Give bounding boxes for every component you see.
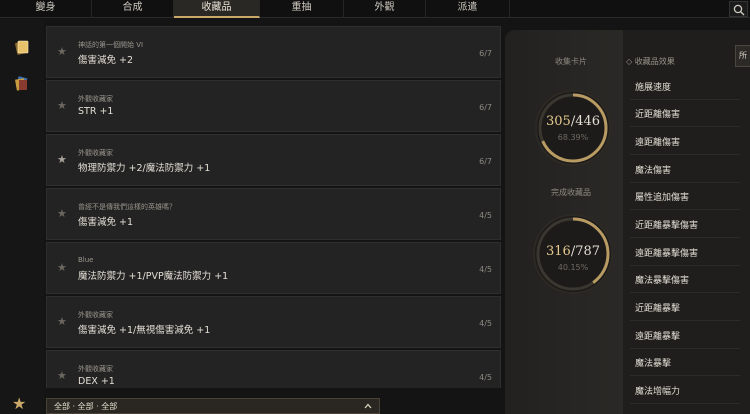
cards-percent: 68.39% (557, 133, 589, 142)
chevron-up-icon (364, 403, 372, 409)
star-icon[interactable]: ★ (57, 315, 67, 329)
tab-reroll[interactable]: 重抽 (260, 0, 344, 18)
tab-collection[interactable]: 收藏品 (174, 0, 260, 18)
star-icon[interactable]: ★ (57, 207, 67, 221)
collection-name: 外觀收藏家 (78, 311, 113, 319)
collection-count: 4/5 (479, 265, 492, 274)
collection-name: 曾經不是傳我們這樣的英雄嗎？ (78, 203, 176, 211)
items-percent: 40.15% (557, 263, 589, 272)
cards-header: 收集卡片 (555, 57, 587, 66)
effect-item[interactable]: 屬性追加傷害 (630, 186, 740, 210)
effect-item[interactable]: 近距離傷害 (630, 103, 740, 127)
collection-effect: 傷害減免 +1/無視傷害減免 +1 (78, 325, 211, 336)
collection-effect: 傷害減免 +1 (78, 217, 134, 228)
star-icon[interactable]: ★ (12, 396, 26, 412)
search-icon (733, 4, 745, 16)
collection-name: 外觀收藏家 (78, 149, 113, 157)
effect-item[interactable]: 遠距離暴擊 (630, 325, 740, 349)
list-item[interactable]: ★ 神話的第一個開始 VI 傷害減免 +2 6/7 (46, 26, 501, 78)
collection-count: 6/7 (479, 49, 492, 58)
list-item[interactable]: ★ 外觀收藏家 DEX +1 4/5 (46, 350, 501, 388)
items-progress-ring: 316/787 40.15% (531, 212, 615, 296)
tab-dispatch[interactable]: 派遣 (426, 0, 510, 18)
cards-progress-ring: 305/446 68.39% (533, 88, 613, 168)
left-rail (0, 19, 44, 414)
star-icon[interactable]: ★ (57, 45, 67, 59)
collection-list: ★ 神話的第一個開始 VI 傷害減免 +2 6/7 ★ 外觀收藏家 STR +1… (46, 26, 501, 388)
list-item[interactable]: ★ 外觀收藏家 傷害減免 +1/無視傷害減免 +1 4/5 (46, 296, 501, 348)
effect-item[interactable]: 遠距離暴擊傷害 (630, 242, 740, 266)
cards-count: 305/446 (545, 114, 601, 129)
collection-effect: STR +1 (78, 106, 114, 117)
effect-item[interactable]: 近距離暴擊 (630, 297, 740, 321)
collection-name: 外觀收藏家 (78, 365, 113, 373)
collection-count: 4/5 (479, 211, 492, 220)
effect-item[interactable]: 遠距離傷害 (630, 131, 740, 155)
star-icon[interactable]: ★ (57, 369, 67, 383)
collection-name: 外觀收藏家 (78, 95, 113, 103)
summary-panel: 收集卡片 305/446 68.39% 完成收藏品 316/787 40.15%… (505, 30, 750, 414)
list-item[interactable]: ★ 外觀收藏家 物理防禦力 +2/魔法防禦力 +1 6/7 (46, 134, 501, 186)
star-icon[interactable]: ★ (57, 99, 67, 113)
side-button[interactable]: 所 (735, 45, 750, 67)
collection-name: Blue (78, 256, 94, 264)
list-item[interactable]: ★ 外觀收藏家 STR +1 6/7 (46, 80, 501, 132)
tab-transform[interactable]: 變身 (0, 0, 92, 18)
card-icon[interactable] (14, 39, 30, 55)
collection-count: 4/5 (479, 373, 492, 382)
tab-synthesis[interactable]: 合成 (92, 0, 174, 18)
list-item[interactable]: ★ Blue 魔法防禦力 +1/PVP魔法防禦力 +1 4/5 (46, 242, 501, 294)
search-button[interactable] (729, 1, 748, 17)
effects-header: ◇ 收藏品效果 (626, 57, 675, 66)
effect-item[interactable]: 魔法暴擊 (630, 352, 740, 376)
filter-label: 全部 · 全部 · 全部 (54, 402, 118, 411)
effect-item[interactable]: 魔法增幅力 (630, 380, 740, 404)
items-count: 316/787 (545, 244, 601, 259)
effect-item[interactable]: 施展速度 (630, 76, 740, 100)
collection-effect: 魔法防禦力 +1/PVP魔法防禦力 +1 (78, 271, 229, 282)
collection-effect: DEX +1 (78, 376, 115, 387)
effect-item[interactable]: 近距離暴擊傷害 (630, 214, 740, 238)
effect-item[interactable]: 魔法傷害 (630, 159, 740, 183)
filter-dropdown[interactable]: 全部 · 全部 · 全部 (46, 398, 380, 414)
list-item[interactable]: ★ 曾經不是傳我們這樣的英雄嗎？ 傷害減免 +1 4/5 (46, 188, 501, 240)
collection-count: 6/7 (479, 157, 492, 166)
books-icon[interactable] (14, 75, 30, 91)
effect-item[interactable]: 魔法暴擊傷害 (630, 269, 740, 293)
star-icon[interactable]: ★ (57, 261, 67, 275)
collection-count: 6/7 (479, 103, 492, 112)
collection-count: 4/5 (479, 319, 492, 328)
collection-name: 神話的第一個開始 VI (78, 41, 144, 49)
star-icon[interactable]: ★ (57, 153, 67, 167)
collection-effect: 物理防禦力 +2/魔法防禦力 +1 (78, 163, 211, 174)
items-header: 完成收藏品 (551, 188, 591, 197)
collection-effect: 傷害減免 +2 (78, 55, 134, 66)
top-nav: 變身 合成 收藏品 重抽 外觀 派遣 (0, 0, 750, 18)
tab-appearance[interactable]: 外觀 (344, 0, 426, 18)
